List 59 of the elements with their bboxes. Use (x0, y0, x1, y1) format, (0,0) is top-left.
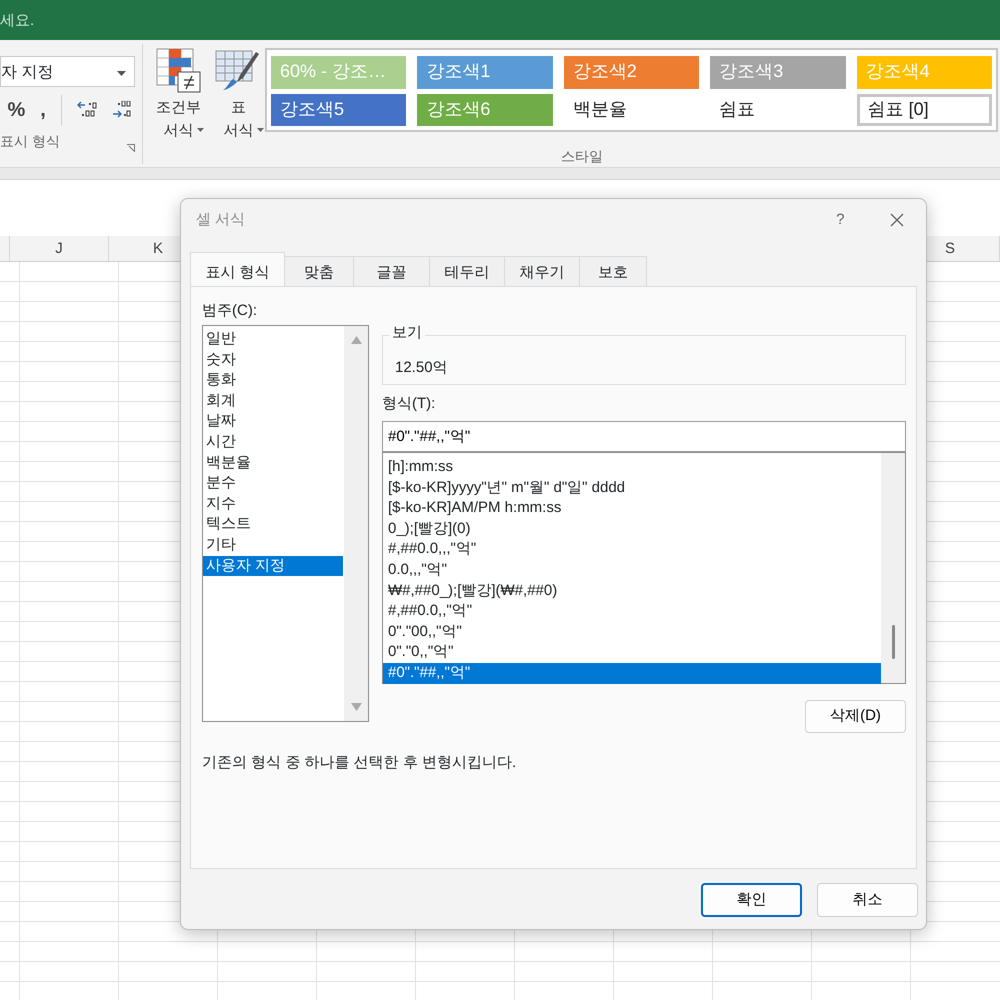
format-button[interactable]: 조건부 서식 (150, 48, 206, 167)
group-label: 표시 형식 (0, 132, 60, 151)
category-item[interactable]: 일반 (203, 329, 343, 350)
cell-style-item[interactable]: 쉼표 [0] (856, 94, 992, 126)
delete-button[interactable]: 삭제(D) (805, 700, 906, 733)
caret-icon (197, 128, 204, 132)
format-item[interactable]: 0_);[빨강](0) (383, 518, 881, 540)
category-item[interactable]: 텍스트 (203, 514, 343, 535)
format-item[interactable]: #,##0.0,,,"억" (383, 539, 881, 560)
caret-icon (256, 128, 264, 132)
format-item[interactable]: [$-ko-KR]yyyy"년" m"월" d"일" dddd (383, 478, 881, 498)
type-label: 형식(T): (382, 394, 436, 414)
category-item[interactable]: 회계 (203, 390, 343, 412)
dropdown-caret-icon (117, 70, 126, 76)
dialog-launcher-icon[interactable] (126, 144, 134, 152)
format-item[interactable]: #,##0.0,,"억" (383, 601, 881, 622)
format-item[interactable]: [h]:mm:ss (383, 457, 881, 478)
number-format-dropdown[interactable]: 자 지정 (0, 56, 135, 87)
close-icon[interactable] (890, 213, 904, 227)
conditional-format-icon (156, 48, 202, 94)
category-item[interactable]: 기타 (203, 534, 343, 556)
decimal-arrow-icon[interactable] (112, 101, 132, 119)
group-label: 스타일 (561, 147, 603, 166)
title-text: 세요. (0, 12, 34, 29)
category-label: 범주(C): (202, 301, 257, 321)
cancel-button[interactable]: 취소 (817, 883, 918, 917)
scroll-thumb[interactable] (892, 625, 895, 659)
format-button[interactable]: , (40, 95, 46, 125)
scroll-down-icon[interactable] (351, 703, 362, 711)
help-button[interactable]: ? (836, 208, 844, 232)
dialog-title: 셀 서식 (196, 210, 246, 230)
format-item[interactable]: [$-ko-KR]AM/PM h:mm:ss (383, 498, 881, 519)
format-button[interactable]: % (8, 95, 26, 125)
column-header[interactable]: J (10, 236, 109, 261)
cell-style-item[interactable]: 강조색5 (271, 94, 406, 126)
format-item[interactable]: #0"."##,,"억" (383, 662, 881, 684)
category-item[interactable]: 지수 (203, 494, 343, 514)
category-item[interactable]: 시간 (203, 432, 343, 453)
scrollbar[interactable] (881, 453, 905, 683)
category-item[interactable]: 날짜 (203, 411, 343, 432)
type-input-field[interactable]: #0"."##,,"억" (382, 421, 906, 452)
ok-button[interactable]: 확인 (701, 883, 802, 917)
format-item[interactable]: 0"."0,,"억" (383, 642, 881, 663)
category-item[interactable]: 숫자 (203, 350, 343, 370)
category-item[interactable]: 사용자 지정 (203, 556, 343, 576)
category-item[interactable]: 통화 (203, 370, 343, 391)
format-button[interactable]: 표 서식 (210, 48, 266, 167)
format-item[interactable]: 0.0,,,"억" (383, 560, 881, 581)
category-item[interactable]: 분수 (203, 473, 343, 494)
scroll-up-icon[interactable] (351, 336, 362, 344)
description-text: 기존의 형식 중 하나를 선택한 후 변형시킵니다. (202, 753, 516, 773)
cell-style-item[interactable]: 쉼표 (710, 94, 846, 126)
cell-style-item[interactable]: 백분율 (564, 94, 700, 126)
decimal-arrow-icon[interactable] (76, 101, 97, 119)
format-item[interactable]: ₩#,##0_);[빨강](₩#,##0) (383, 580, 881, 602)
format-item[interactable]: 0"."00,,"억" (383, 622, 881, 642)
scrollbar[interactable] (344, 326, 368, 721)
category-item[interactable]: 백분율 (203, 452, 343, 474)
sample-value: 12.50억 (395, 358, 448, 378)
